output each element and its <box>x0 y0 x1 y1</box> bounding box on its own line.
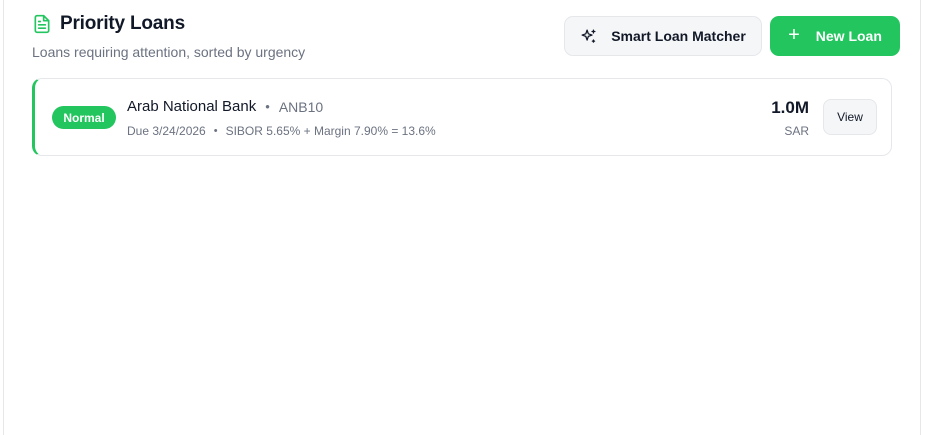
loan-detail-line: Due 3/24/2026 • SIBOR 5.65% + Margin 7.9… <box>127 124 436 138</box>
separator-dot: • <box>265 99 270 114</box>
smart-loan-matcher-button[interactable]: Smart Loan Matcher <box>564 16 762 56</box>
priority-loans-panel: Priority Loans Loans requiring attention… <box>3 0 921 435</box>
interest-rate: SIBOR 5.65% + Margin 7.90% = 13.6% <box>225 124 436 138</box>
bank-name: Arab National Bank <box>127 98 257 115</box>
page-title: Priority Loans <box>60 13 185 34</box>
due-date: Due 3/24/2026 <box>127 124 206 138</box>
loan-amount: 1.0M <box>771 98 809 117</box>
plus-icon: + <box>788 24 800 46</box>
document-icon <box>32 14 52 34</box>
loan-card: Normal Arab National Bank • ANB10 Due 3/… <box>32 78 892 156</box>
new-loan-button[interactable]: + New Loan <box>770 16 900 56</box>
loan-currency: SAR <box>784 124 809 138</box>
loan-title-line: Arab National Bank • ANB10 <box>127 98 323 115</box>
new-loan-label: New Loan <box>815 28 882 44</box>
loan-code: ANB10 <box>278 98 324 115</box>
separator-dot: • <box>213 125 218 137</box>
header-title-row: Priority Loans <box>32 13 185 35</box>
status-badge: Normal <box>52 106 116 129</box>
sparkles-icon <box>580 28 597 45</box>
page-subtitle: Loans requiring attention, sorted by urg… <box>32 44 306 60</box>
view-loan-button[interactable]: View <box>823 99 877 135</box>
smart-loan-matcher-label: Smart Loan Matcher <box>611 28 746 44</box>
